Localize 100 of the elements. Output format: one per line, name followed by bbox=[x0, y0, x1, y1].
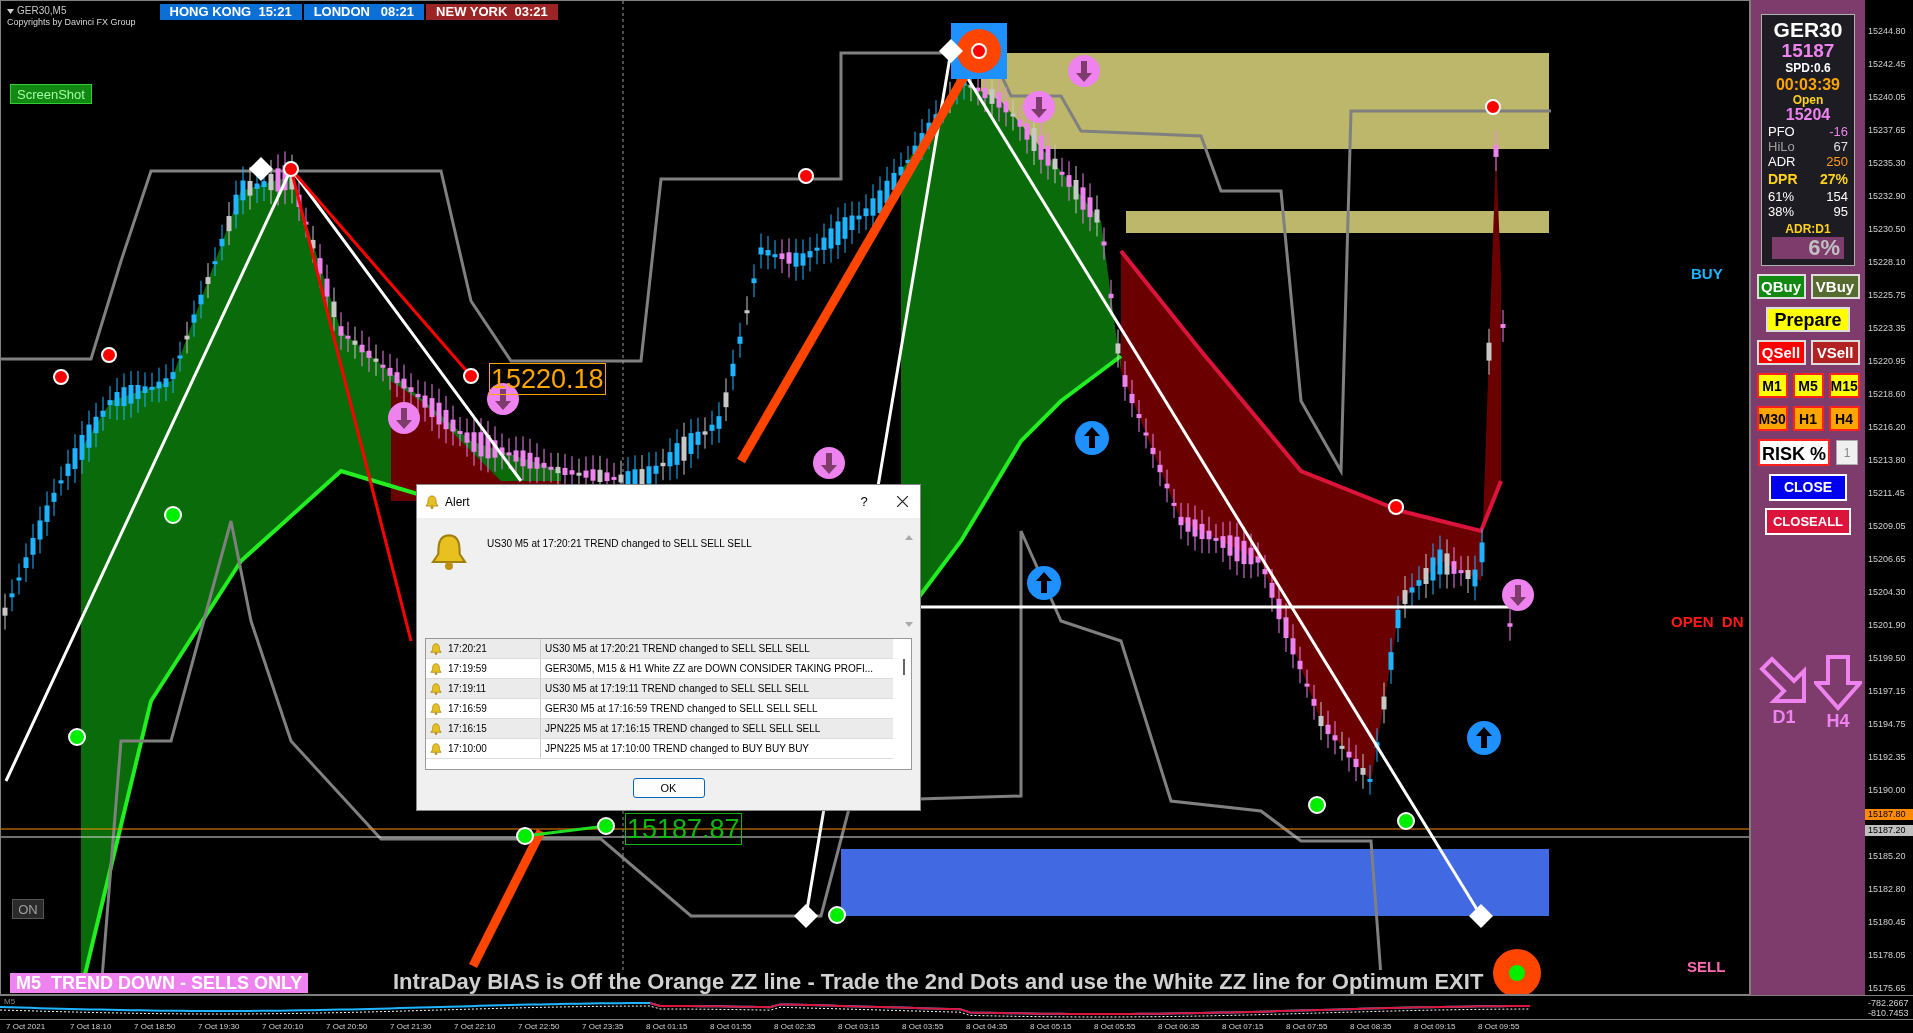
stat-label: ADR bbox=[1768, 154, 1796, 169]
indicator-label: M5 bbox=[4, 996, 16, 1008]
price-axis-label: 15185.20 bbox=[1867, 850, 1906, 861]
price-axis-label: 15204.30 bbox=[1867, 586, 1906, 597]
stat-label: 61% bbox=[1768, 189, 1795, 204]
panel-button[interactable]: M5 bbox=[1792, 373, 1824, 398]
signal-dot bbox=[1397, 812, 1415, 830]
bell-icon bbox=[430, 742, 442, 755]
indicator-axis-label: -810.7453 bbox=[1867, 1007, 1910, 1018]
panel-button[interactable]: H4 bbox=[1828, 406, 1860, 431]
time-axis-label: 7 Oct 18:50 bbox=[133, 1021, 177, 1033]
alert-text: JPN225 M5 at 17:16:15 TREND changed to SELL SELL SELL bbox=[544, 722, 821, 736]
screenshot-button[interactable]: ScreenShot bbox=[10, 84, 92, 104]
alert-time: 17:19:59 bbox=[448, 662, 487, 676]
time-axis-label: 7 Oct 22:10 bbox=[453, 1021, 497, 1033]
signal-label: SELL bbox=[1687, 957, 1726, 977]
diamond-marker bbox=[249, 157, 273, 181]
stat-label: HiLo bbox=[1768, 139, 1795, 154]
alert-time: 17:19:11 bbox=[448, 682, 487, 696]
price-axis-label: 15209.05 bbox=[1867, 520, 1906, 531]
price-axis-label: 15220.95 bbox=[1867, 355, 1906, 366]
time-axis-label: 8 Oct 07:15 bbox=[1221, 1021, 1265, 1033]
signal-dot bbox=[1308, 796, 1326, 814]
signal-dot bbox=[101, 347, 117, 363]
time-axis-label: 8 Oct 05:55 bbox=[1093, 1021, 1137, 1033]
trend-banner: M5 TREND DOWN - SELLS ONLY bbox=[10, 973, 309, 993]
panel-button[interactable]: QSell bbox=[1756, 340, 1806, 365]
price-marker: 15187.20 bbox=[1865, 825, 1913, 837]
session-clock: NEW YORK 03:21 bbox=[426, 4, 558, 20]
stat-label: PFO bbox=[1768, 124, 1795, 139]
open-price: 15204 bbox=[1785, 106, 1831, 124]
price-axis-label: 15206.65 bbox=[1867, 553, 1906, 564]
signal-label: BUY bbox=[1691, 264, 1723, 284]
diamond-marker bbox=[1469, 904, 1493, 928]
stat-value: -16 bbox=[1829, 124, 1848, 139]
time-axis-label: 8 Oct 08:35 bbox=[1349, 1021, 1393, 1033]
indicator-axis-label: -782.2667 bbox=[1867, 997, 1910, 1008]
time-axis-label: 7 Oct 19:30 bbox=[197, 1021, 241, 1033]
close-button[interactable]: CLOSE bbox=[1769, 474, 1847, 501]
target-marker bbox=[951, 23, 1007, 79]
adr-timeframe-label: ADR:D1 bbox=[1785, 221, 1831, 237]
price-axis-label: 15180.45 bbox=[1867, 916, 1906, 927]
time-axis-label: 8 Oct 07:55 bbox=[1285, 1021, 1329, 1033]
price-axis-label: 15201.90 bbox=[1867, 619, 1906, 630]
time-axis-label: 8 Oct 06:35 bbox=[1157, 1021, 1201, 1033]
arrow-down-icon bbox=[1814, 655, 1862, 711]
time-axis-label: 8 Oct 09:15 bbox=[1413, 1021, 1457, 1033]
ok-button[interactable]: OK bbox=[632, 778, 705, 798]
time-axis-label: 8 Oct 09:55 bbox=[1477, 1021, 1521, 1033]
alert-text: US30 M5 at 17:19:11 TREND changed to SELL SELL SELL bbox=[544, 682, 810, 696]
bell-icon bbox=[430, 682, 442, 695]
price-axis-label: 15178.05 bbox=[1867, 949, 1906, 960]
signal-dot bbox=[283, 161, 299, 177]
signal-dot bbox=[1485, 99, 1501, 115]
time-axis-label: 7 Oct 22:50 bbox=[517, 1021, 561, 1033]
signal-dot bbox=[516, 827, 534, 845]
panel-button[interactable]: QBuy bbox=[1756, 274, 1806, 299]
close-icon[interactable] bbox=[897, 496, 908, 507]
price-axis-label: 15182.80 bbox=[1867, 883, 1906, 894]
price-axis-label: 15211.45 bbox=[1867, 487, 1905, 498]
close-all-button[interactable]: CLOSEALL bbox=[1765, 508, 1851, 535]
panel-button[interactable]: M30 bbox=[1756, 406, 1788, 431]
price-axis-label: 15199.50 bbox=[1867, 652, 1906, 663]
time-axis-label: 7 Oct 2021 bbox=[5, 1021, 47, 1033]
time-axis-label: 7 Oct 21:30 bbox=[389, 1021, 433, 1033]
scrollbar-thumb[interactable] bbox=[903, 659, 905, 675]
panel-button[interactable]: Prepare bbox=[1766, 307, 1850, 332]
arrow-label: H4 bbox=[1826, 711, 1850, 731]
stat-value: 27% bbox=[1819, 170, 1848, 189]
price-axis-label: 15235.30 bbox=[1867, 157, 1906, 168]
alert-text: GER30 M5 at 17:16:59 TREND changed to SELL SELL SELL bbox=[544, 702, 818, 716]
time-axis-label: 8 Oct 03:15 bbox=[837, 1021, 881, 1033]
on-button[interactable]: ON bbox=[12, 899, 44, 919]
bias-message: IntraDay BIAS is Off the Orange ZZ line - Trade the 2nd Dots and use the White ZZ line for Optimum EXIT bbox=[393, 970, 1484, 994]
help-button[interactable]: ? bbox=[849, 491, 879, 512]
target-marker bbox=[1493, 949, 1541, 994]
bell-icon bbox=[430, 662, 442, 675]
stat-value: 154 bbox=[1826, 189, 1848, 204]
panel-button[interactable]: VSell bbox=[1810, 340, 1860, 365]
symbol-label: GER30 bbox=[1773, 19, 1843, 41]
panel-button[interactable]: H1 bbox=[1792, 406, 1824, 431]
copyright-text: Copyrights by Davinci FX Group bbox=[7, 17, 136, 27]
panel-button[interactable]: VBuy bbox=[1810, 274, 1860, 299]
price-marker: 15187.80 bbox=[1865, 808, 1913, 820]
alert-text: US30 M5 at 17:20:21 TREND changed to SELL SELL SELL bbox=[544, 642, 810, 656]
dropdown-triangle-icon[interactable] bbox=[7, 8, 14, 14]
signal-dot bbox=[1388, 499, 1404, 515]
alert-text: GER30M5, M15 & H1 White ZZ are DOWN CONSIDER TAKING PROFI... bbox=[544, 662, 874, 676]
time-axis-label: 8 Oct 05:15 bbox=[1029, 1021, 1073, 1033]
risk-label: RISK % bbox=[1758, 439, 1830, 466]
time-axis-label: 7 Oct 18:10 bbox=[69, 1021, 113, 1033]
diamond-marker bbox=[794, 904, 818, 928]
alert-message: US30 M5 at 17:20:21 TREND changed to SELL SELL SELL bbox=[487, 537, 753, 551]
dpr-box: 6% bbox=[1772, 237, 1844, 259]
bell-icon bbox=[430, 702, 442, 715]
panel-button[interactable]: M1 bbox=[1756, 373, 1788, 398]
stat-value: 67 bbox=[1833, 139, 1848, 154]
candle-timer: 00:03:39 bbox=[1775, 76, 1840, 94]
price-axis-label: 15244.80 bbox=[1867, 25, 1906, 36]
panel-button[interactable]: M15 bbox=[1828, 373, 1860, 398]
